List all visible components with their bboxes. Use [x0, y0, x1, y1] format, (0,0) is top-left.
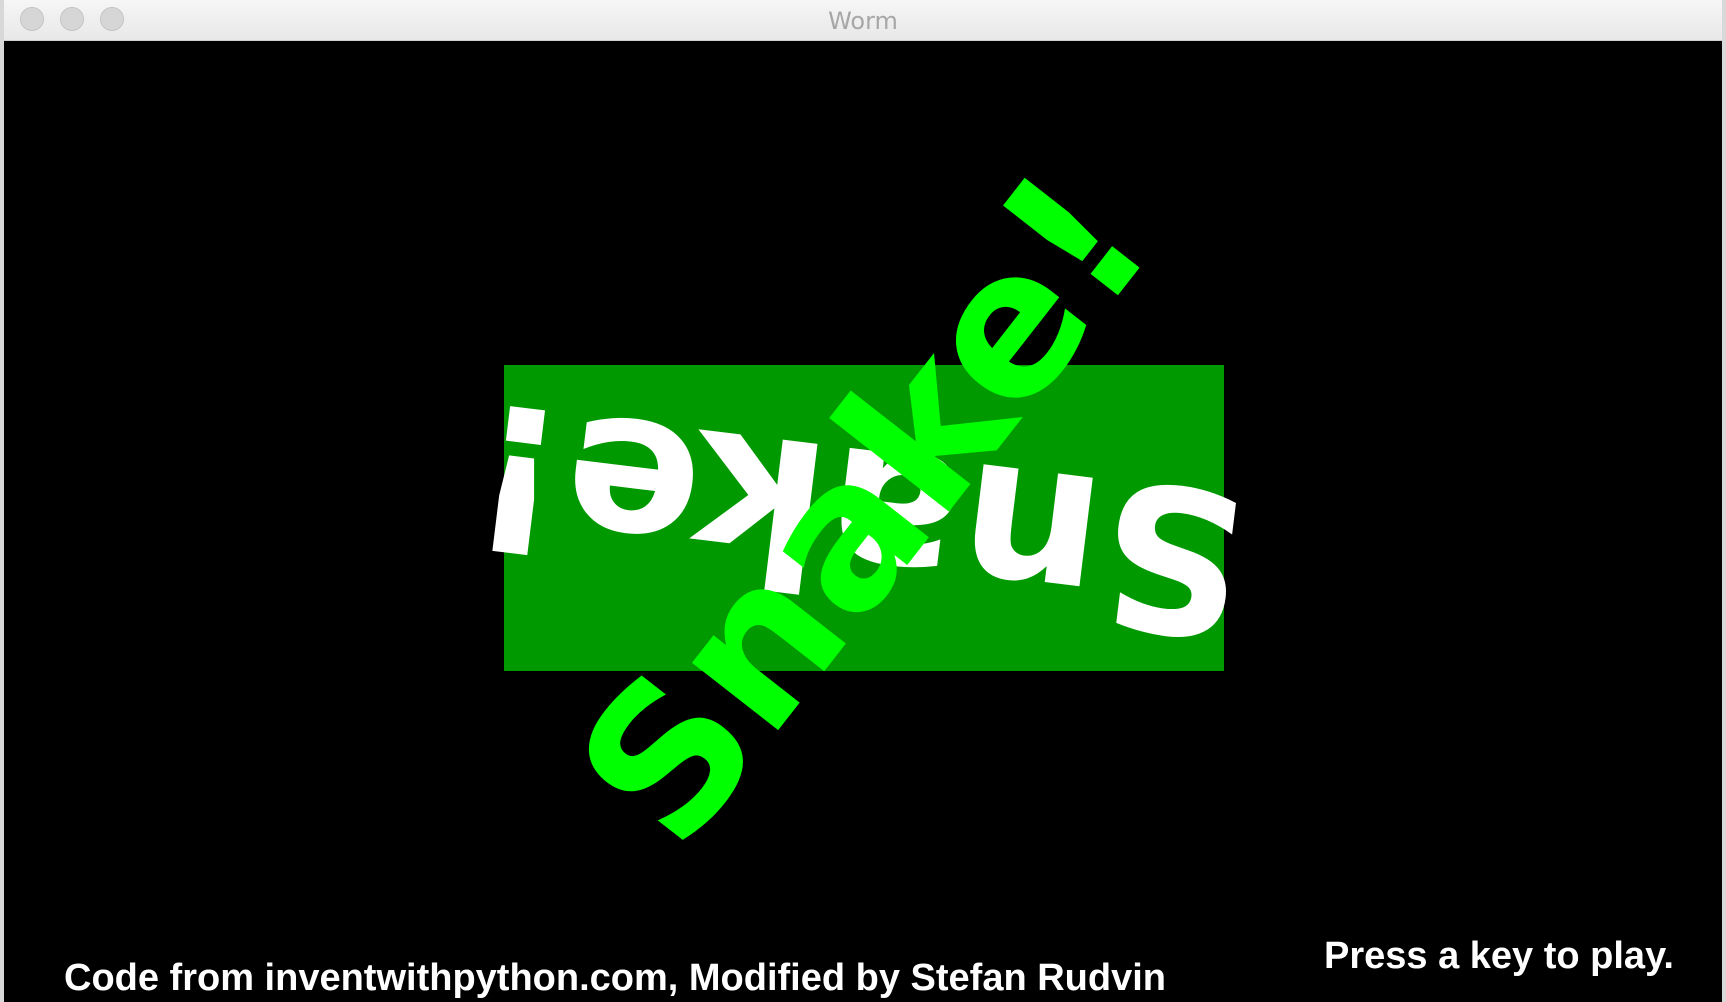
window-right-edge [1722, 0, 1726, 1002]
press-key-prompt: Press a key to play. [1324, 935, 1674, 977]
window-title: Worm [828, 7, 898, 35]
game-window: Worm Snake! Snake! Press a key to play. … [4, 0, 1722, 1002]
title-art: Snake! Snake! [460, 132, 1259, 887]
window-titlebar[interactable]: Worm [4, 0, 1722, 41]
game-canvas[interactable]: Snake! Snake! Press a key to play. Code … [4, 41, 1722, 1002]
credits-text: Code from inventwithpython.com, Modified… [64, 957, 1166, 999]
